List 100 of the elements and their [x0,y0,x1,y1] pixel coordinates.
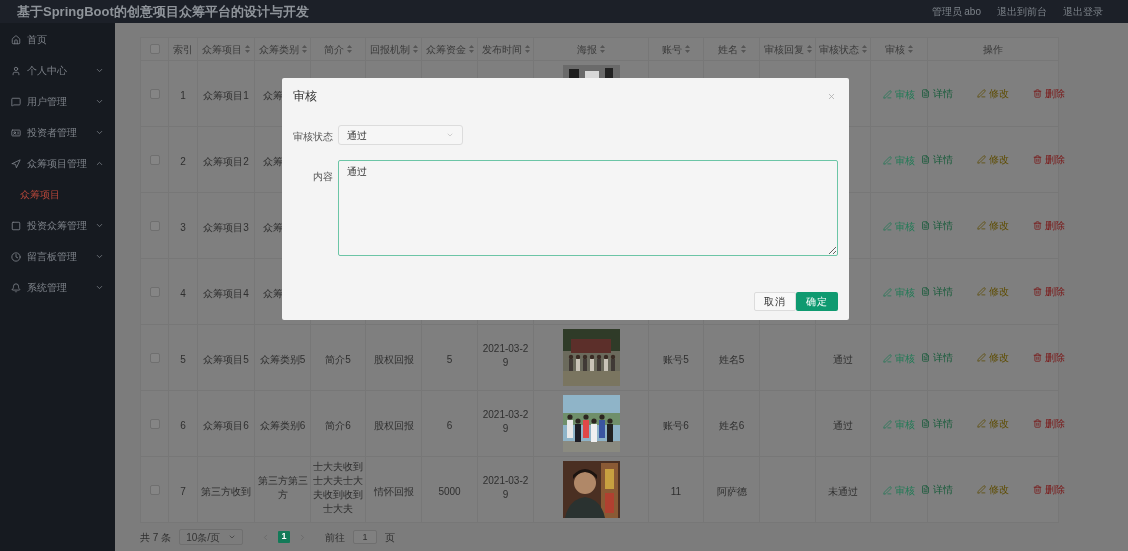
detail-button[interactable]: 详情 [921,350,953,365]
confirm-button[interactable]: 确定 [796,292,838,311]
table-cell-text: 账号5 [663,352,689,367]
sidebar-item[interactable]: 留言板管理 [0,241,115,272]
pencil-icon [883,155,892,165]
edit-button[interactable]: 修改 [977,416,1009,431]
delete-button[interactable]: 删除 [1033,284,1065,299]
delete-button[interactable]: 删除 [1033,416,1065,431]
app-title: 基于SpringBoot的创意项目众筹平台的设计与开发 [17,2,309,21]
header-link[interactable]: 管理员 abo [931,4,981,19]
sort-icon[interactable] [740,45,746,53]
sort-icon[interactable] [347,45,352,53]
edit-button[interactable]: 修改 [977,350,1009,365]
menu-icon [11,34,21,45]
sidebar-item[interactable]: 投资众筹管理 [0,210,115,241]
detail-button[interactable]: 详情 [921,218,953,233]
header-link[interactable]: 退出登录 [1063,4,1103,19]
sort-icon[interactable] [806,45,812,53]
table-cell-text: 姓名5 [718,352,745,367]
table-cell-text: 众筹 [263,154,283,169]
edit-button[interactable]: 修改 [977,152,1009,167]
table-cell-text: 5 [446,352,453,367]
table-cell-text: 众筹 [263,286,283,301]
sort-icon[interactable] [908,45,913,53]
table-cell-text: 众筹项目3 [203,220,249,235]
column-header[interactable]: 海报 [577,41,605,57]
delete-button[interactable]: 删除 [1033,482,1065,497]
table-cell-text: 账号6 [663,418,689,433]
table-cell-text: 通过 [833,352,853,367]
table-cell-text: 7 [180,484,186,499]
document-icon [921,485,930,494]
header-link[interactable]: 退出到前台 [997,4,1047,19]
sidebar-item[interactable]: 投资者管理 [0,117,115,148]
detail-button[interactable]: 详情 [921,416,953,431]
edit-button[interactable]: 修改 [977,86,1009,101]
sort-icon[interactable] [468,45,474,53]
menu-icon [11,96,21,107]
sort-icon[interactable] [524,45,530,53]
edit-button[interactable]: 修改 [977,482,1009,497]
pencil-icon [977,89,986,98]
delete-button[interactable]: 删除 [1033,86,1065,101]
pencil-icon [977,287,986,296]
page-input[interactable]: 1 [353,530,378,544]
table-cell-text: 众筹项目5 [203,352,249,367]
page-size-select[interactable]: 10条/页 [179,529,244,545]
table-cell-text: 5000 [438,484,461,499]
table-cell-text: 众筹 [263,220,283,235]
sidebar-item[interactable]: 众筹项目管理 [0,148,115,179]
page-button[interactable]: 1 [278,531,291,543]
sort-icon[interactable] [685,45,690,53]
detail-button[interactable]: 详情 [921,482,953,497]
pencil-icon [977,419,986,428]
column-header[interactable]: 操作 [983,41,1003,57]
table-cell-text: 众筹项目2 [203,154,249,169]
sort-icon[interactable] [245,45,250,53]
menu-icon [11,158,21,169]
cancel-button[interactable]: 取消 [754,292,796,311]
chevron-down-icon [228,533,237,541]
sidebar-item[interactable]: 首页 [0,24,115,55]
menu-icon [11,251,21,262]
detail-button[interactable]: 详情 [921,86,953,101]
delete-button[interactable]: 删除 [1033,218,1065,233]
sort-icon[interactable] [600,45,605,53]
menu-icon [11,282,21,293]
trash-icon [1033,287,1042,296]
table-cell-text: 众筹项目1 [203,88,249,103]
sort-icon[interactable] [301,45,307,53]
status-select[interactable]: 通过 [338,125,463,145]
sidebar-item[interactable]: 个人中心 [0,55,115,86]
sidebar-item[interactable]: 系统管理 [0,272,115,303]
sort-icon[interactable] [412,45,418,53]
delete-button[interactable]: 删除 [1033,152,1065,167]
table-cell-text: 股权回报 [373,418,414,433]
table-cell-text: 3 [180,220,186,235]
delete-button[interactable]: 删除 [1033,350,1065,365]
content-textarea[interactable]: 通过 [338,160,838,256]
pencil-icon [977,155,986,164]
detail-button[interactable]: 详情 [921,284,953,299]
sidebar-item[interactable]: 用户管理 [0,86,115,117]
table-cell-text: 众筹类别6 [259,418,306,433]
sidebar-subitem[interactable]: 众筹项目 [0,179,115,210]
close-icon[interactable] [827,91,836,101]
field-label: 内容 [313,171,333,182]
table-cell-text: 5 [180,352,186,367]
edit-button[interactable]: 修改 [977,284,1009,299]
trash-icon [1033,155,1042,164]
table-cell-text: 众筹项目4 [203,286,249,301]
table-cell-text: 4 [180,286,186,301]
sort-icon[interactable] [862,45,867,53]
goto-label: 前往 [325,530,346,545]
trash-icon [1033,485,1042,494]
detail-button[interactable]: 详情 [921,152,953,167]
table-cell-text: 情怀回报 [373,484,414,499]
pencil-icon [883,485,892,495]
edit-button[interactable]: 修改 [977,218,1009,233]
trash-icon [1033,221,1042,230]
pencil-icon [977,485,986,494]
pencil-icon [883,287,892,297]
goto-suffix: 页 [385,530,396,545]
menu-icon [11,65,21,76]
